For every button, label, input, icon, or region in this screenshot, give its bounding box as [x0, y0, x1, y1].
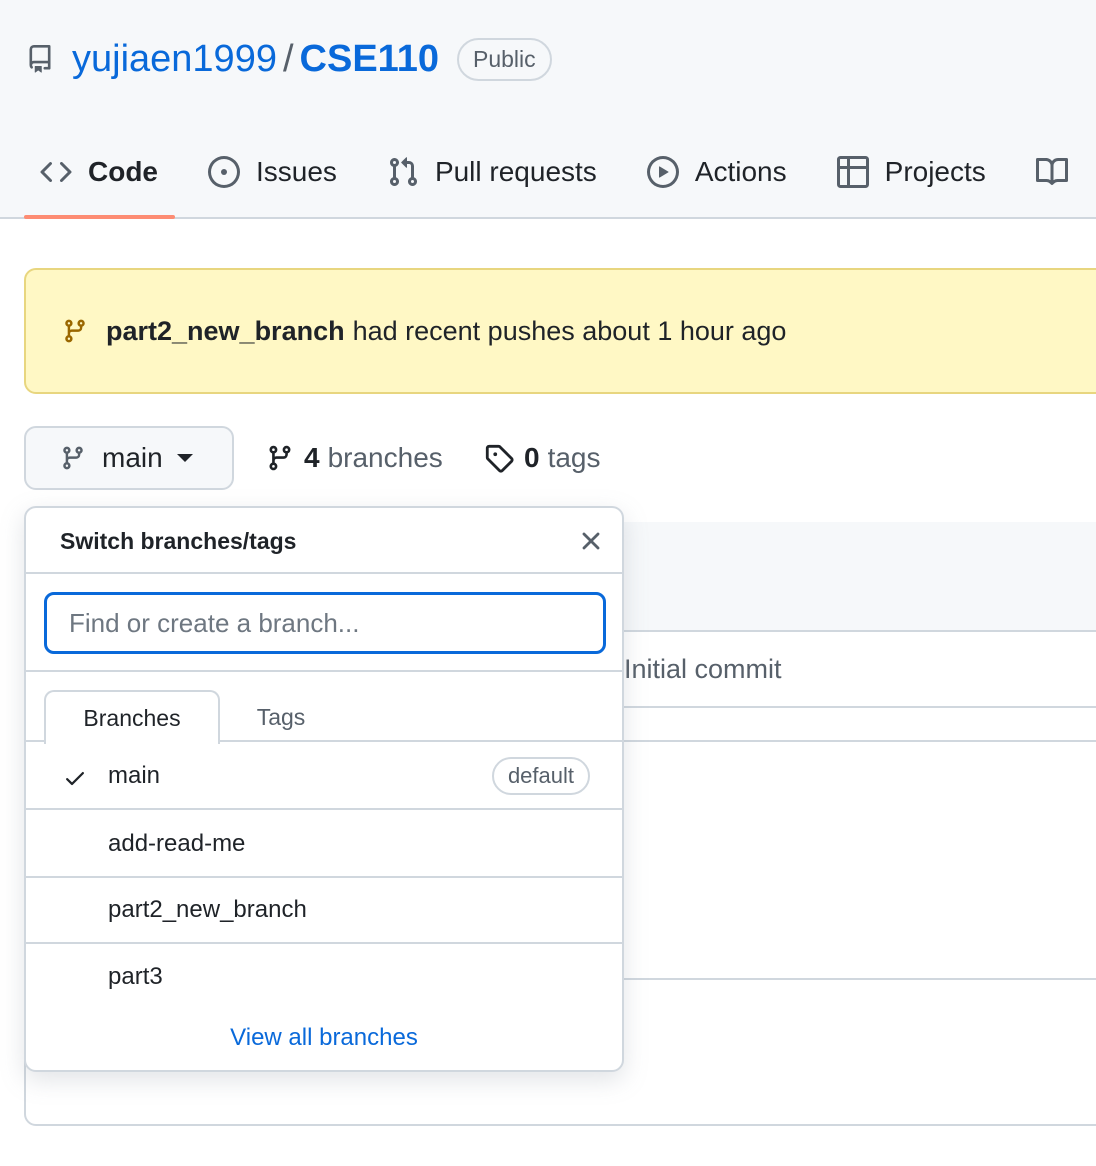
tag-icon — [485, 444, 514, 473]
divider — [26, 670, 622, 672]
branch-item-label: add-read-me — [108, 830, 246, 857]
tab-pull-requests-label: Pull requests — [434, 156, 597, 187]
divider — [620, 740, 1096, 742]
branch-switcher-dropdown: Switch branches/tags Branches Tags main … — [24, 506, 624, 1072]
play-icon — [646, 156, 679, 188]
tab-issues-label: Issues — [256, 156, 337, 187]
tab-branches[interactable]: Branches — [44, 690, 220, 744]
branches-word: branches — [327, 442, 443, 473]
table-icon — [836, 156, 869, 188]
branch-icon — [65, 319, 85, 343]
branches-link[interactable]: 4 branches — [266, 436, 443, 480]
repo-nav-tabs: Code Issues Pull requests Actions Projec… — [0, 140, 1096, 204]
pull-request-icon — [389, 157, 417, 187]
recent-branch-name[interactable]: part2_new_branch — [106, 316, 345, 347]
visibility-badge: Public — [456, 37, 552, 81]
default-badge: default — [491, 757, 590, 795]
active-tab-indicator — [24, 215, 175, 219]
tab-projects-label: Projects — [884, 156, 986, 187]
close-icon[interactable] — [576, 526, 606, 556]
recent-pushes-banner: part2_new_branch had recent pushes about… — [24, 268, 1096, 394]
commit-message[interactable]: Initial commit — [624, 654, 782, 685]
dropdown-title: Switch branches/tags — [60, 528, 297, 554]
tab-code[interactable]: Code — [40, 156, 158, 188]
branch-item-label: part3 — [108, 963, 163, 990]
branch-item-part3[interactable]: part3 — [26, 944, 622, 1010]
branch-item-add-read-me[interactable]: add-read-me — [26, 812, 622, 878]
view-all-branches-link[interactable]: View all branches — [26, 1024, 622, 1052]
branch-item-label: part2_new_branch — [108, 896, 307, 923]
tab-pull-requests[interactable]: Pull requests — [387, 156, 597, 188]
repo-path-separator: / — [282, 37, 294, 80]
tab-issues[interactable]: Issues — [208, 156, 337, 188]
branch-icon — [269, 445, 291, 471]
book-icon — [1035, 157, 1068, 185]
current-branch-label: main — [102, 442, 163, 473]
tags-word: tags — [547, 442, 601, 473]
branch-select-button[interactable]: main — [24, 426, 234, 490]
repo-owner-link[interactable]: yujiaen1999 — [72, 38, 277, 81]
issue-icon — [208, 156, 240, 188]
commit-row: Initial commit — [620, 632, 1096, 708]
repo-header: yujiaen1999 / CSE110 Public Code Issues … — [0, 0, 1096, 219]
tags-count: 0 — [524, 442, 540, 473]
branch-icon — [63, 446, 83, 470]
code-icon — [40, 161, 72, 183]
branch-filter-input[interactable] — [44, 592, 606, 654]
tags-link[interactable]: 0 tags — [484, 436, 601, 480]
recent-pushes-text: had recent pushes about 1 hour ago — [352, 315, 787, 346]
repo-icon — [26, 41, 54, 77]
chevron-down-icon — [176, 454, 193, 462]
check-icon — [62, 766, 88, 795]
branch-item-main[interactable]: main default — [26, 744, 622, 810]
tab-actions[interactable]: Actions — [646, 156, 787, 188]
repo-title-line: yujiaen1999 / CSE110 Public — [26, 36, 552, 82]
branch-item-part2-new-branch[interactable]: part2_new_branch — [26, 878, 622, 944]
tab-projects[interactable]: Projects — [836, 156, 986, 188]
tab-tags[interactable]: Tags — [226, 690, 336, 744]
divider — [620, 978, 1096, 980]
tab-code-label: Code — [88, 156, 158, 187]
branch-item-label: main — [108, 762, 161, 789]
tab-actions-label: Actions — [694, 156, 787, 187]
tab-wiki[interactable] — [1035, 156, 1084, 188]
branches-count: 4 — [304, 442, 320, 473]
repo-name-link[interactable]: CSE110 — [300, 38, 439, 81]
divider — [26, 572, 622, 574]
